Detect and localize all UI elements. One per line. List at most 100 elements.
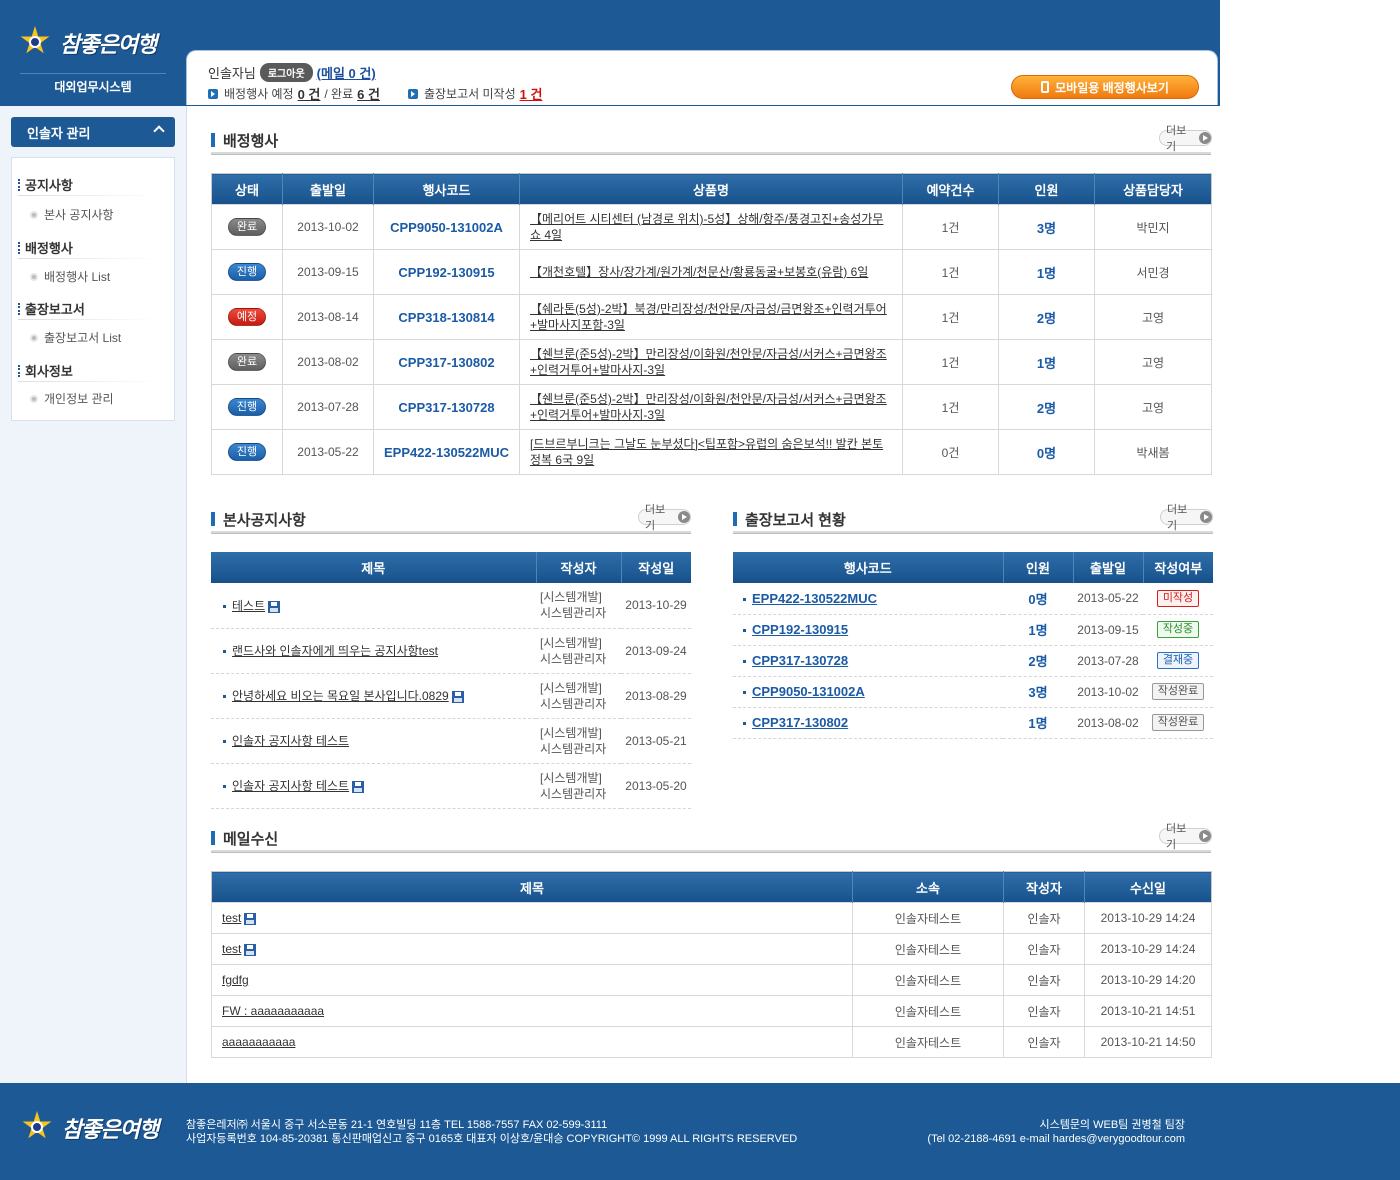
reports-more-button[interactable]: 더보기 bbox=[1160, 504, 1213, 532]
product-link[interactable]: 【쉔브룬(준5성)-2박】만리장성/이화원/천안문/자금성/서커스+금면왕조+인… bbox=[530, 347, 887, 377]
footer-company-info: 참좋은레저㈜ 서울시 중구 서소문동 21-1 연호빌딩 11층 TEL 158… bbox=[186, 1118, 797, 1146]
table-row[interactable]: CPP9050-131002A 3명 2013-10-02 작성완료 bbox=[733, 676, 1213, 708]
table-row[interactable]: FW : aaaaaaaaaaa 인솔자테스트 인솔자 2013-10-21 14:5… bbox=[211, 995, 1212, 1027]
table-row[interactable]: 안녕하세요 비오는 목요일 본사입니다.0829 [시스템개발] 시스템관리자 201… bbox=[211, 673, 691, 719]
departure-date: 2013-08-02 bbox=[282, 339, 374, 385]
product-link[interactable]: 【쉐라톤(5성)-2박】북경/만리장성/천안문/자금성/금면왕조+인력거투어+발… bbox=[530, 302, 887, 332]
product-link[interactable]: [드브르부니크는 그날도 눈부셨다]<팁포함>유럽의 숨은보석!! 발칸 본토 … bbox=[530, 437, 883, 467]
mail-more-button[interactable]: 더보기 bbox=[1159, 823, 1212, 851]
circle-bullet-icon bbox=[30, 210, 38, 219]
column-header: 소속 bbox=[852, 871, 1004, 903]
footer-contact-detail: (Tel 02-2188-4691 e-mail hardes@verygood… bbox=[927, 1133, 1185, 1145]
event-code[interactable]: EPP422-130522MUC bbox=[373, 429, 520, 475]
mobile-events-button[interactable]: 모바일용 배정행사보기 bbox=[1011, 75, 1199, 99]
logout-button[interactable]: 로그아웃 bbox=[259, 63, 313, 82]
report-code-cell: CPP317-130802 bbox=[733, 707, 1003, 739]
notice-title-cell: 인솔자 공지사항 테스트 bbox=[211, 718, 536, 764]
event-code[interactable]: CPP317-130728 bbox=[373, 384, 520, 430]
report-code-link[interactable]: CPP192-130915 bbox=[752, 622, 848, 637]
square-bullet-icon bbox=[743, 629, 746, 633]
event-code[interactable]: CPP317-130802 bbox=[373, 339, 520, 385]
table-row[interactable]: 인솔자 공지사항 테스트 [시스템개발] 시스템관리자 2013-05-20 bbox=[211, 763, 691, 809]
mail-title-cell: aaaaaaaaaaa bbox=[211, 1026, 853, 1058]
sidebar-header[interactable]: 인솔자 관리 bbox=[11, 117, 175, 147]
table-row[interactable]: EPP422-130522MUC 0명 2013-05-22 미작성 bbox=[733, 583, 1213, 615]
report-code-cell: CPP317-130728 bbox=[733, 645, 1003, 677]
event-code[interactable]: CPP9050-131002A bbox=[373, 204, 520, 250]
assigned-label: 배정행사 예정 bbox=[224, 87, 294, 101]
assigned-done-count[interactable]: 6 건 bbox=[357, 84, 380, 103]
sidebar-item-hq-notice[interactable]: 본사 공지사항 bbox=[30, 206, 114, 223]
product-link[interactable]: 【개천호텔】장사/장가계/원가계/천문산/황룡동굴+보봉호(유람) 6일 bbox=[530, 265, 868, 279]
table-row[interactable]: 진행 2013-07-28 CPP317-130728 【쉔브룬(준5성)-2박】만리… bbox=[211, 384, 1212, 430]
events-more-button[interactable]: 더보기 bbox=[1159, 125, 1212, 153]
notice-title-link[interactable]: 테스트 bbox=[232, 599, 265, 613]
notices-more-button[interactable]: 더보기 bbox=[638, 504, 691, 532]
author-dept: [시스템개발] bbox=[540, 770, 602, 785]
report-code-link[interactable]: CPP317-130802 bbox=[752, 715, 848, 730]
table-row[interactable]: CPP192-130915 1명 2013-09-15 작성중 bbox=[733, 614, 1213, 646]
table-row[interactable]: test 인솔자테스트 인솔자 2013-10-29 14:24 bbox=[211, 902, 1212, 934]
table-row[interactable]: 인솔자 공지사항 테스트 [시스템개발] 시스템관리자 2013-05-21 bbox=[211, 718, 691, 764]
table-row[interactable]: 테스트 [시스템개발] 시스템관리자 2013-10-29 bbox=[211, 583, 691, 629]
mail-writer: 인솔자 bbox=[1003, 964, 1085, 996]
people-count: 1명 bbox=[998, 249, 1095, 295]
people-count: 2명 bbox=[998, 294, 1095, 340]
mail-title-link[interactable]: test bbox=[222, 942, 241, 956]
mail-title-link[interactable]: FW : aaaaaaaaaaa bbox=[222, 1004, 324, 1018]
mail-title-link[interactable]: test bbox=[222, 911, 241, 925]
report-code-link[interactable]: CPP317-130728 bbox=[752, 653, 848, 668]
notice-title-link[interactable]: 안녕하세요 비오는 목요일 본사입니다.0829 bbox=[232, 689, 449, 703]
arrow-right-icon bbox=[1200, 511, 1212, 523]
assigned-planned-count[interactable]: 0 건 bbox=[298, 84, 321, 103]
report-code-link[interactable]: CPP9050-131002A bbox=[752, 684, 865, 699]
table-row[interactable]: 완료 2013-08-02 CPP317-130802 【쉔브룬(준5성)-2박】만리… bbox=[211, 339, 1212, 385]
circle-bullet-icon bbox=[30, 394, 38, 403]
sidebar-group-notice[interactable]: 공지사항 bbox=[18, 175, 158, 194]
table-row[interactable]: 랜드사와 인솔자에게 띄우는 공지사항test [시스템개발] 시스템관리자 2013… bbox=[211, 628, 691, 674]
notice-title-link[interactable]: 랜드사와 인솔자에게 띄우는 공지사항test bbox=[232, 644, 438, 658]
people-count: 1명 bbox=[1003, 614, 1073, 646]
square-bullet-icon bbox=[743, 691, 746, 695]
notice-author: [시스템개발] 시스템관리자 bbox=[536, 673, 621, 719]
table-row[interactable]: CPP317-130802 1명 2013-08-02 작성완료 bbox=[733, 707, 1213, 739]
table-row[interactable]: CPP317-130728 2명 2013-07-28 결재중 bbox=[733, 645, 1213, 677]
table-row[interactable]: fgdfg 인솔자테스트 인솔자 2013-10-29 14:20 bbox=[211, 964, 1212, 996]
sidebar-group-events[interactable]: 배정행사 bbox=[18, 238, 158, 257]
sidebar-item-event-list[interactable]: 배정행사 List bbox=[30, 268, 110, 285]
notice-title-link[interactable]: 인솔자 공지사항 테스트 bbox=[232, 734, 349, 748]
event-code[interactable]: CPP318-130814 bbox=[373, 294, 520, 340]
product-cell: [드브르부니크는 그날도 눈부셨다]<팁포함>유럽의 숨은보석!! 발칸 본토 … bbox=[519, 429, 903, 475]
status-cell: 진행 bbox=[211, 384, 283, 430]
mail-org: 인솔자테스트 bbox=[852, 964, 1004, 996]
table-row[interactable]: test 인솔자테스트 인솔자 2013-10-29 14:24 bbox=[211, 933, 1212, 965]
mail-title-link[interactable]: aaaaaaaaaaa bbox=[222, 1035, 295, 1049]
table-row[interactable]: aaaaaaaaaaa 인솔자테스트 인솔자 2013-10-21 14:50 bbox=[211, 1026, 1212, 1058]
product-link[interactable]: 【쉔브룬(준5성)-2박】만리장성/이화원/천안문/자금성/서커스+금면왕조+인… bbox=[530, 392, 887, 422]
sidebar-group-reports[interactable]: 출장보고서 bbox=[18, 299, 158, 318]
departure-date: 2013-08-14 bbox=[282, 294, 374, 340]
logo[interactable]: 참좋은여행 bbox=[20, 22, 170, 64]
column-header: 예약건수 bbox=[902, 173, 999, 205]
people-count: 0명 bbox=[1003, 583, 1073, 615]
sidebar-group-company[interactable]: 회사정보 bbox=[18, 361, 158, 380]
report-code-link[interactable]: EPP422-130522MUC bbox=[752, 591, 877, 606]
report-pending-count[interactable]: 1 건 bbox=[520, 84, 543, 103]
table-row[interactable]: 진행 2013-09-15 CPP192-130915 【개천호텔】장사/장가계/원가… bbox=[211, 249, 1212, 295]
table-row[interactable]: 완료 2013-10-02 CPP9050-131002A 【메리어트 시티센터 (남… bbox=[211, 204, 1212, 250]
report-status-badge: 결재중 bbox=[1156, 652, 1200, 669]
report-status-cell: 미작성 bbox=[1143, 583, 1213, 615]
status-cell: 완료 bbox=[211, 339, 283, 385]
sidebar-item-profile[interactable]: 개인정보 관리 bbox=[30, 390, 114, 407]
notice-title-link[interactable]: 인솔자 공지사항 테스트 bbox=[232, 779, 349, 793]
section-title-text: 메일수신 bbox=[223, 830, 279, 848]
product-link[interactable]: 【메리어트 시티센터 (남경로 위치)-5성】상해/항주/풍경고진+송성가무쇼 … bbox=[530, 212, 883, 242]
mail-title-link[interactable]: fgdfg bbox=[222, 973, 249, 987]
status-badge: 예정 bbox=[228, 308, 266, 326]
table-row[interactable]: 진행 2013-05-22 EPP422-130522MUC [드브르부니크는 그날도… bbox=[211, 429, 1212, 475]
event-code[interactable]: CPP192-130915 bbox=[373, 249, 520, 295]
table-row[interactable]: 예정 2013-08-14 CPP318-130814 【쉐라톤(5성)-2박】북경/… bbox=[211, 294, 1212, 340]
sidebar-item-report-list[interactable]: 출장보고서 List bbox=[30, 329, 121, 346]
events-section-title: 배정행사 bbox=[211, 127, 278, 153]
mail-count-link[interactable]: (메일 0 건) bbox=[317, 63, 376, 82]
